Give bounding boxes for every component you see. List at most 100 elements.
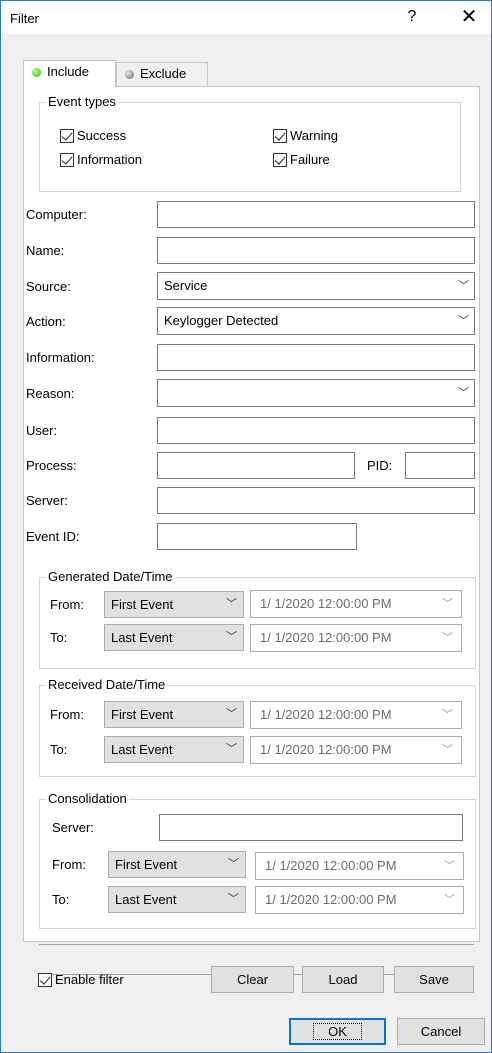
user-input[interactable]: [157, 417, 475, 444]
save-button[interactable]: Save: [394, 966, 474, 993]
received-from-value: First Event: [111, 707, 174, 722]
checkmark-icon: [273, 153, 287, 167]
generated-from-date[interactable]: 1/ 1/2020 12:00:00 PM ﹀: [250, 590, 462, 618]
user-label: User:: [26, 423, 58, 438]
name-input[interactable]: [157, 237, 475, 264]
consolidation-title: Consolidation: [46, 791, 129, 806]
consolidation-server-label: Server:: [52, 820, 94, 835]
window-title: Filter: [10, 11, 39, 26]
received-to-label: To:: [50, 742, 68, 757]
checkmark-icon: [60, 129, 74, 143]
consolidation-server-input[interactable]: [159, 814, 463, 841]
checkmark-icon: [60, 153, 74, 167]
consolidation-from-select[interactable]: First Event ﹀: [108, 851, 246, 878]
event-id-label: Event ID:: [26, 529, 80, 544]
chevron-down-icon: ﹀: [228, 893, 239, 905]
generated-from-label: From:: [50, 597, 84, 612]
received-title: Received Date/Time: [46, 677, 168, 692]
enable-filter-checkbox[interactable]: Enable filter: [38, 972, 124, 988]
pid-label: PID:: [367, 458, 393, 473]
server-input[interactable]: [157, 487, 475, 514]
server-label: Server:: [26, 493, 68, 508]
received-from-date-value: 1/ 1/2020 12:00:00 PM: [260, 707, 392, 722]
event-types-title: Event types: [46, 94, 118, 109]
tab-exclude[interactable]: Exclude: [116, 62, 208, 87]
ok-button[interactable]: OK: [289, 1018, 386, 1045]
checkmark-icon: [273, 129, 287, 143]
filter-dialog: Filter ? ✕ Include Exclude Event types S…: [0, 0, 492, 1053]
computer-input[interactable]: [157, 201, 475, 228]
warning-checkbox[interactable]: Warning: [273, 128, 338, 144]
chevron-down-icon: ﹀: [440, 853, 455, 879]
process-input[interactable]: [157, 452, 355, 479]
action-label: Action:: [26, 314, 66, 329]
action-select[interactable]: Keylogger Detected ﹀: [157, 307, 475, 335]
success-checkbox[interactable]: Success: [60, 128, 126, 144]
received-to-date[interactable]: 1/ 1/2020 12:00:00 PM ﹀: [250, 736, 462, 764]
received-to-date-value: 1/ 1/2020 12:00:00 PM: [260, 742, 392, 757]
source-select[interactable]: Service ﹀: [157, 272, 475, 300]
tab-exclude-label: Exclude: [140, 66, 187, 81]
load-button[interactable]: Load: [302, 966, 384, 993]
chevron-down-icon: ﹀: [438, 591, 453, 617]
consolidation-to-date-value: 1/ 1/2020 12:00:00 PM: [265, 892, 397, 907]
generated-from-date-value: 1/ 1/2020 12:00:00 PM: [260, 596, 392, 611]
gray-dot-icon: [125, 70, 134, 79]
consolidation-group: Consolidation Server: From: First Event …: [39, 791, 476, 929]
information-field-label: Information:: [26, 350, 95, 365]
tab-include[interactable]: Include: [23, 60, 116, 87]
title-bar: Filter ? ✕: [1, 1, 491, 34]
consolidation-from-date-value: 1/ 1/2020 12:00:00 PM: [265, 858, 397, 873]
chevron-down-icon: ﹀: [226, 743, 237, 755]
name-label: Name:: [26, 243, 65, 258]
generated-from-select[interactable]: First Event ﹀: [104, 591, 244, 618]
close-button[interactable]: ✕: [456, 5, 482, 31]
consolidation-from-value: First Event: [115, 857, 178, 872]
chevron-down-icon: ﹀: [458, 387, 469, 399]
footer-separator: [39, 944, 474, 945]
chevron-down-icon: ﹀: [458, 315, 469, 327]
generated-to-date-value: 1/ 1/2020 12:00:00 PM: [260, 630, 392, 645]
information-checkbox[interactable]: Information: [60, 152, 142, 168]
source-value: Service: [164, 278, 208, 293]
consolidation-to-date[interactable]: 1/ 1/2020 12:00:00 PM ﹀: [255, 886, 464, 914]
generated-from-value: First Event: [111, 597, 174, 612]
received-from-select[interactable]: First Event ﹀: [104, 701, 244, 728]
received-from-label: From:: [50, 707, 84, 722]
cancel-button[interactable]: Cancel: [397, 1018, 485, 1045]
clear-button[interactable]: Clear: [211, 966, 294, 993]
enable-filter-label: Enable filter: [55, 972, 124, 987]
information-input[interactable]: [157, 344, 475, 371]
ok-label: OK: [313, 1023, 362, 1040]
generated-to-date[interactable]: 1/ 1/2020 12:00:00 PM ﹀: [250, 624, 462, 652]
event-id-input[interactable]: [157, 523, 357, 550]
failure-checkbox[interactable]: Failure: [273, 152, 330, 168]
green-dot-icon: [32, 68, 41, 77]
received-to-value: Last Event: [111, 742, 173, 757]
help-button[interactable]: ?: [401, 5, 423, 31]
tab-include-label: Include: [47, 64, 89, 79]
generated-to-select[interactable]: Last Event ﹀: [104, 624, 244, 651]
information-label: Information: [77, 152, 143, 167]
chevron-down-icon: ﹀: [228, 858, 239, 870]
checkmark-icon: [38, 973, 52, 987]
event-types-group: Event types Success Warning Information …: [39, 94, 461, 192]
generated-to-label: To:: [50, 630, 68, 645]
generated-title: Generated Date/Time: [46, 569, 175, 584]
chevron-down-icon: ﹀: [458, 280, 469, 292]
reason-label: Reason:: [26, 386, 75, 401]
chevron-down-icon: ﹀: [226, 708, 237, 720]
chevron-down-icon: ﹀: [226, 631, 237, 643]
chevron-down-icon: ﹀: [438, 702, 453, 728]
pid-input[interactable]: [405, 452, 475, 479]
process-label: Process:: [26, 458, 77, 473]
received-datetime-group: Received Date/Time From: First Event ﹀ 1…: [39, 677, 476, 777]
received-to-select[interactable]: Last Event ﹀: [104, 736, 244, 763]
consolidation-to-value: Last Event: [115, 892, 177, 907]
generated-to-value: Last Event: [111, 630, 173, 645]
consolidation-from-label: From:: [52, 857, 86, 872]
consolidation-to-select[interactable]: Last Event ﹀: [108, 886, 246, 913]
reason-select[interactable]: ﹀: [157, 379, 475, 407]
received-from-date[interactable]: 1/ 1/2020 12:00:00 PM ﹀: [250, 701, 462, 729]
consolidation-from-date[interactable]: 1/ 1/2020 12:00:00 PM ﹀: [255, 852, 464, 880]
